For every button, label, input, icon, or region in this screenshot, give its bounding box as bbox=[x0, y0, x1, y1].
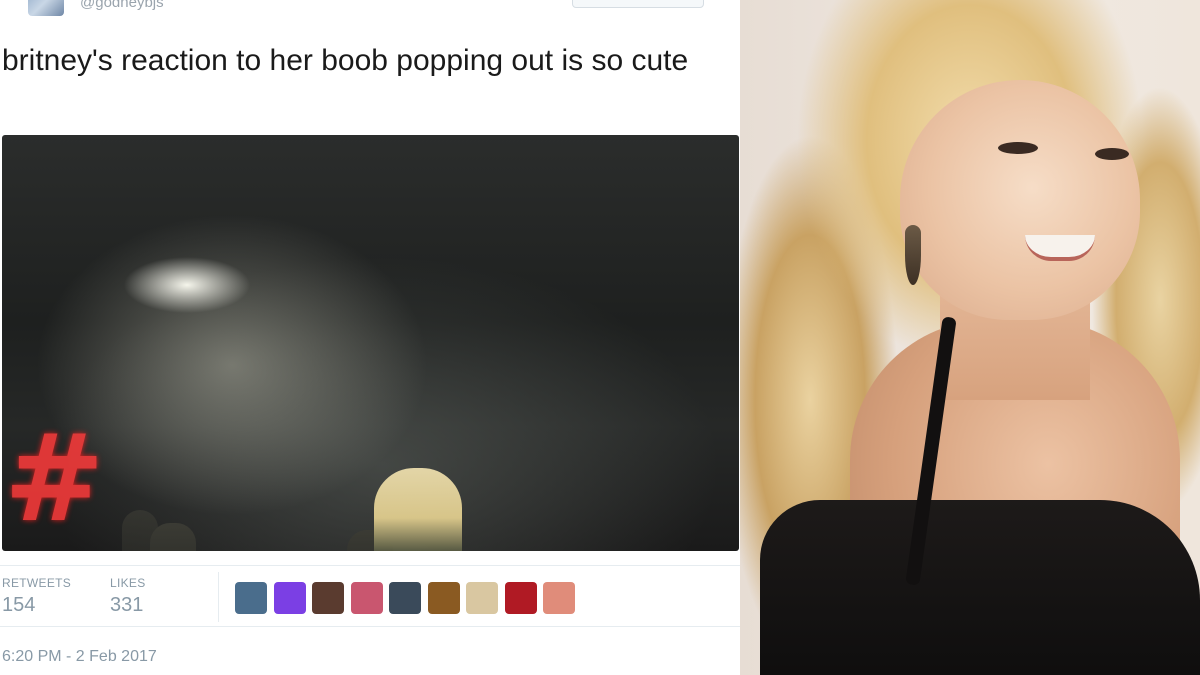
earring bbox=[905, 225, 921, 285]
tweet-timestamp[interactable]: 6:20 PM - 2 Feb 2017 bbox=[2, 648, 157, 666]
face bbox=[900, 80, 1140, 320]
liker-avatar-5[interactable] bbox=[389, 582, 421, 614]
black-top bbox=[760, 500, 1200, 675]
liker-avatar-8[interactable] bbox=[504, 582, 537, 614]
likes-label: LIKES bbox=[110, 576, 146, 590]
liker-avatar-3[interactable] bbox=[312, 582, 344, 614]
liker-avatar-2[interactable] bbox=[273, 582, 306, 614]
tweet-stats: RETWEETS 154 LIKES 331 bbox=[0, 565, 740, 627]
tweet-card: @godneybjs britney's reaction to her boo… bbox=[0, 0, 740, 675]
likes-count: 331 bbox=[110, 594, 144, 616]
tweet-header: @godneybjs bbox=[0, 0, 740, 24]
retweets-stat[interactable]: RETWEETS 154 bbox=[2, 576, 71, 617]
right-eye bbox=[1095, 148, 1129, 160]
author-handle[interactable]: @godneybjs bbox=[80, 0, 164, 11]
retweets-count: 154 bbox=[2, 594, 36, 616]
dancer-figure bbox=[150, 523, 196, 551]
left-eye bbox=[998, 142, 1038, 154]
liker-avatar-4[interactable] bbox=[350, 582, 383, 614]
follow-button[interactable] bbox=[572, 0, 704, 8]
author-avatar[interactable] bbox=[28, 0, 64, 16]
stage-hashtag-light: # bbox=[4, 410, 105, 549]
retweets-label: RETWEETS bbox=[2, 576, 72, 590]
portrait-photo bbox=[740, 0, 1200, 675]
stats-divider bbox=[218, 572, 219, 622]
tweet-text: britney's reaction to her boob popping o… bbox=[2, 44, 689, 77]
performer-figure bbox=[374, 468, 462, 551]
tweet-video[interactable]: # bbox=[2, 135, 739, 551]
liker-avatar-6[interactable] bbox=[427, 582, 460, 614]
liker-avatar-9[interactable] bbox=[543, 582, 575, 614]
liker-avatar-1[interactable] bbox=[235, 582, 267, 614]
liker-avatar-7[interactable] bbox=[466, 582, 498, 614]
likes-stat[interactable]: LIKES 331 bbox=[110, 576, 146, 617]
